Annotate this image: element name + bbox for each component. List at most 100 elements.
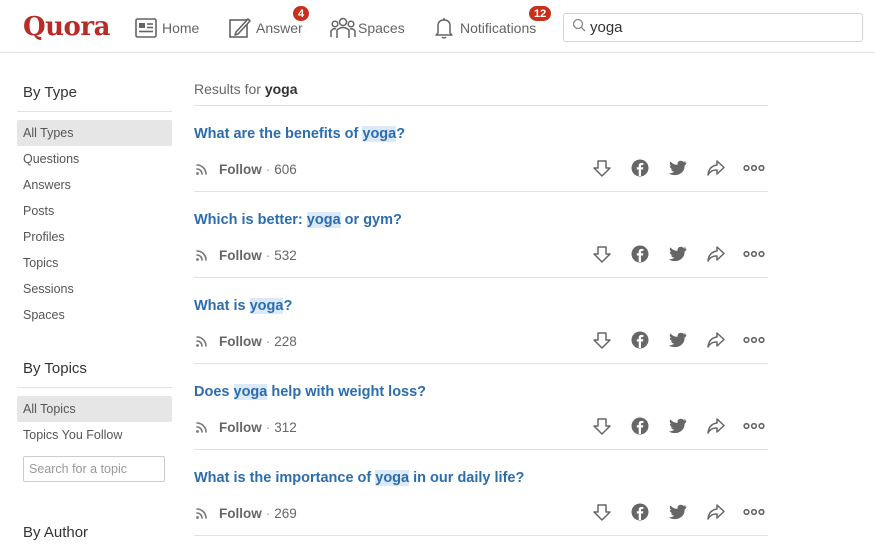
nav-spaces[interactable]: Spaces [330,14,405,42]
filter-topics-you-follow[interactable]: Topics You Follow [17,422,172,448]
twitter-icon[interactable] [666,157,690,179]
pencil-icon [228,16,252,40]
nav-home-label: Home [162,20,200,36]
by-topics-heading: By Topics [17,328,172,388]
question-title-text: What is the importance of [194,470,376,486]
downvote-icon[interactable] [590,415,614,437]
results-header: Results for yoga [194,66,768,106]
follow-row: Follow · 606 [194,159,297,179]
nav-answer-label: Answer [256,20,303,36]
twitter-icon[interactable] [666,501,690,523]
follow-row: Follow · 532 [194,245,297,265]
quora-logo[interactable]: Quora [23,12,110,42]
more-icon[interactable] [742,329,766,351]
follow-rss-icon[interactable] [194,331,212,352]
twitter-icon[interactable] [666,329,690,351]
query-highlight: yoga [375,470,410,486]
filter-questions[interactable]: Questions [17,146,172,172]
follow-button[interactable]: Follow [219,248,262,263]
search-input[interactable] [590,19,850,36]
query-highlight: yoga [362,126,397,142]
more-icon[interactable] [742,501,766,523]
result-actions [576,501,766,523]
question-title-text: Does [194,384,234,400]
follow-rss-icon[interactable] [194,417,212,438]
more-icon[interactable] [742,157,766,179]
filter-sidebar: By Type All Types Questions Answers Post… [17,66,172,545]
answer-count-badge: 4 [292,5,311,22]
downvote-icon[interactable] [590,501,614,523]
question-title-text: help with weight loss? [267,384,427,400]
filter-answers[interactable]: Answers [17,172,172,198]
follow-count: 269 [274,505,297,521]
more-icon[interactable] [742,415,766,437]
notifications-count-badge: 12 [528,5,553,22]
follow-row: Follow · 269 [194,503,297,523]
share-icon[interactable] [704,501,728,523]
filter-topics[interactable]: Topics [17,250,172,276]
downvote-icon[interactable] [590,243,614,265]
facebook-icon[interactable] [628,501,652,523]
filter-posts[interactable]: Posts [17,198,172,224]
result-actions [576,415,766,437]
facebook-icon[interactable] [628,243,652,265]
downvote-icon[interactable] [590,329,614,351]
bell-icon [432,16,456,40]
result-actions [576,329,766,351]
filter-all-types[interactable]: All Types [17,120,172,146]
by-author-heading: By Author [23,524,89,541]
filter-sessions[interactable]: Sessions [17,276,172,302]
filter-profiles[interactable]: Profiles [17,224,172,250]
follow-rss-icon[interactable] [194,159,212,180]
twitter-icon[interactable] [666,415,690,437]
result-item: What is the importance of yoga in our da… [194,450,768,536]
nav-notifications[interactable]: Notifications 12 [432,5,553,42]
question-title-link[interactable]: What are the benefits of yoga? [194,126,405,142]
separator-dot: · [265,419,271,435]
facebook-icon[interactable] [628,329,652,351]
follow-count: 228 [274,333,297,349]
follow-rss-icon[interactable] [194,503,212,524]
share-icon[interactable] [704,329,728,351]
question-title-text: Which is better: [194,212,307,228]
topic-search-input[interactable] [23,456,165,482]
question-title-link[interactable]: Which is better: yoga or gym? [194,212,402,228]
result-actions [576,243,766,265]
result-item: What is yoga? Follow · 228 [194,278,768,364]
query-highlight: yoga [233,384,268,400]
follow-button[interactable]: Follow [219,506,262,521]
results-query: yoga [264,81,298,97]
filter-spaces[interactable]: Spaces [17,302,172,328]
follow-rss-icon[interactable] [194,245,212,266]
results-prefix: Results for [194,81,261,97]
share-icon[interactable] [704,157,728,179]
separator-dot: · [265,505,271,521]
follow-count: 606 [274,161,297,177]
separator-dot: · [265,333,271,349]
by-type-heading: By Type [17,66,172,112]
question-title-text: or gym? [340,212,402,228]
query-highlight: yoga [249,298,284,314]
share-icon[interactable] [704,415,728,437]
facebook-icon[interactable] [628,157,652,179]
nav-home[interactable]: Home [134,14,199,42]
spaces-people-icon [330,16,356,40]
twitter-icon[interactable] [666,243,690,265]
question-title-link[interactable]: What is the importance of yoga in our da… [194,470,524,486]
result-actions [576,157,766,179]
follow-row: Follow · 312 [194,417,297,437]
follow-button[interactable]: Follow [219,162,262,177]
question-title-link[interactable]: What is yoga? [194,298,292,314]
follow-count: 532 [274,247,297,263]
search-box[interactable] [563,13,863,42]
follow-button[interactable]: Follow [219,334,262,349]
share-icon[interactable] [704,243,728,265]
top-header: Quora Home Answer 4 Spaces Notifications… [0,0,875,53]
follow-button[interactable]: Follow [219,420,262,435]
more-icon[interactable] [742,243,766,265]
filter-all-topics[interactable]: All Topics [17,396,172,422]
facebook-icon[interactable] [628,415,652,437]
downvote-icon[interactable] [590,157,614,179]
question-title-link[interactable]: Does yoga help with weight loss? [194,384,426,400]
nav-answer[interactable]: Answer 4 [228,5,311,42]
